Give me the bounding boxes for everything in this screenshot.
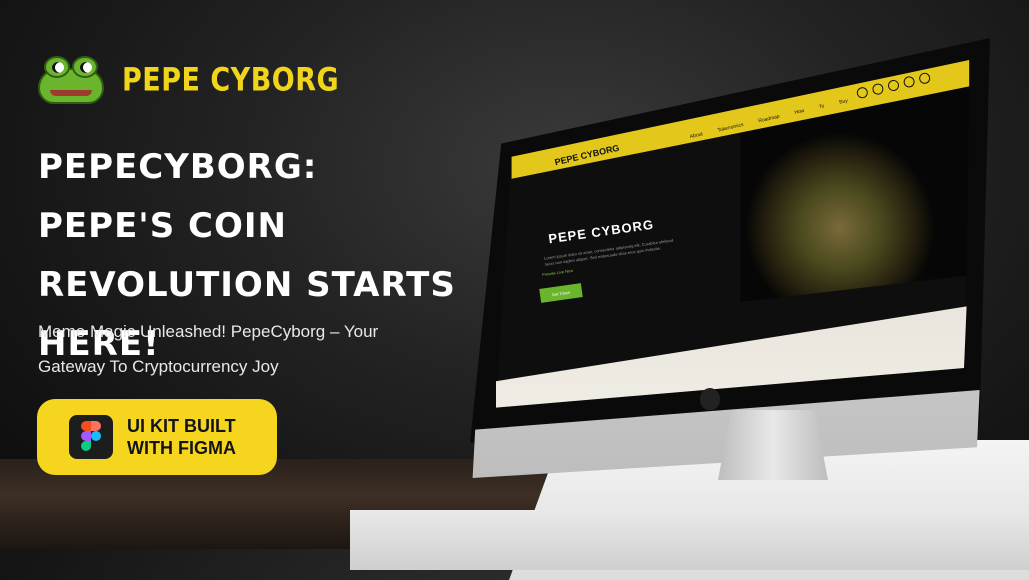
cta-label: UI KIT BUILT WITH FIGMA	[127, 416, 236, 458]
monitor-stand	[718, 410, 828, 480]
brand-name: PEPE CYBORG	[122, 61, 340, 99]
figma-ui-kit-button[interactable]: UI KIT BUILT WITH FIGMA	[37, 399, 277, 475]
apple-logo-icon	[700, 388, 720, 410]
frog-logo-icon	[38, 56, 104, 104]
subheadline: Meme Magic Unleashed! PepeCyborg – Your …	[38, 322, 379, 376]
figma-icon	[69, 415, 113, 459]
brand[interactable]: PEPE CYBORG	[38, 56, 339, 104]
pedestal-front	[350, 510, 1029, 570]
monitor-mockup: PEPE CYBORG About Tokenomics Roadmap How…	[470, 38, 990, 480]
